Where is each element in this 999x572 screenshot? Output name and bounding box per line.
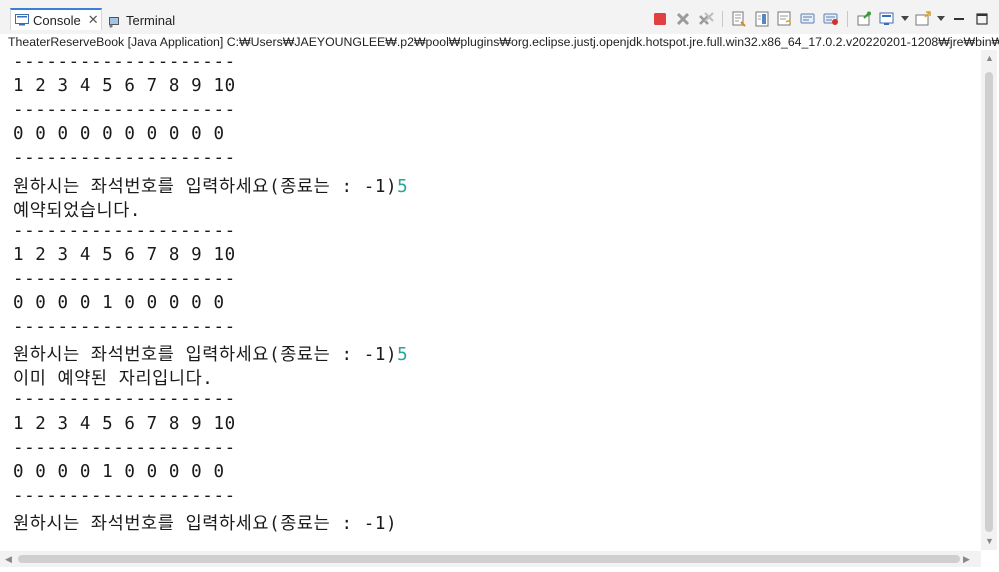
pin-console-icon[interactable] <box>855 10 873 28</box>
show-on-output-icon[interactable] <box>799 10 817 28</box>
console-line-text: 0 0 0 0 1 0 0 0 0 0 <box>13 461 225 482</box>
horizontal-scroll-thumb[interactable] <box>18 555 960 563</box>
console-user-input: 5 <box>397 176 409 197</box>
console-line: -------------------- <box>13 389 236 409</box>
console-line: 1 2 3 4 5 6 7 8 9 10 <box>13 76 236 96</box>
console-toolbar <box>651 10 991 28</box>
console-line-text: -------------------- <box>13 437 236 458</box>
vertical-scroll-thumb[interactable] <box>985 72 993 532</box>
console-line: -------------------- <box>13 52 236 72</box>
console-line: -------------------- <box>13 221 236 241</box>
clear-console-icon[interactable] <box>730 10 748 28</box>
console-line: -------------------- <box>13 317 236 337</box>
console-line: 이미 예약된 자리입니다. <box>13 365 213 390</box>
console-line: -------------------- <box>13 438 236 458</box>
console-line-text: 1 2 3 4 5 6 7 8 9 10 <box>13 76 236 97</box>
tab-console-label: Console <box>33 12 81 28</box>
console-line-text: 원하시는 좌석번호를 입력하세요(종료는 : -1) <box>13 345 398 366</box>
console-line-text: -------------------- <box>13 100 236 121</box>
console-line-text: 이미 예약된 자리입니다. <box>13 369 214 390</box>
console-line: 원하시는 좌석번호를 입력하세요(종료는 : -1)5 <box>13 341 408 366</box>
console-user-input: 5 <box>397 345 409 366</box>
console-line-text: 원하시는 좌석번호를 입력하세요(종료는 : -1) <box>13 176 398 197</box>
console-line-text: -------------------- <box>13 220 236 241</box>
word-wrap-icon[interactable] <box>776 10 794 28</box>
terminal-icon <box>108 14 122 28</box>
console-line-text: -------------------- <box>13 389 236 410</box>
console-line-text: 0 0 0 0 1 0 0 0 0 0 <box>13 293 225 313</box>
console-line: 0 0 0 0 1 0 0 0 0 0 <box>13 293 225 313</box>
view-tab-bar: Console ✕ Terminal <box>0 0 999 34</box>
console-line: 1 2 3 4 5 6 7 8 9 10 <box>13 245 236 265</box>
display-selected-console-icon[interactable] <box>878 10 896 28</box>
console-line: -------------------- <box>13 100 236 120</box>
console-line: 예약되었습니다. <box>13 197 141 222</box>
tab-terminal[interactable]: Terminal <box>108 9 175 31</box>
console-line-text: 예약되었습니다. <box>13 200 142 221</box>
console-line: 원하시는 좌석번호를 입력하세요(종료는 : -1)5 <box>13 173 408 198</box>
vertical-scrollbar[interactable]: ▲ ▼ <box>981 50 997 550</box>
scroll-up-icon[interactable]: ▲ <box>985 53 994 63</box>
console-line: -------------------- <box>13 269 236 289</box>
maximize-icon[interactable] <box>973 10 991 28</box>
toolbar-separator <box>847 11 848 27</box>
console-line: 0 0 0 0 0 0 0 0 0 0 <box>13 124 225 144</box>
terminate-icon[interactable] <box>651 10 669 28</box>
console-line: -------------------- <box>13 148 236 168</box>
console-line: 원하시는 좌석번호를 입력하세요(종료는 : -1) <box>13 510 397 535</box>
console-line-text: 원하시는 좌석번호를 입력하세요(종료는 : -1) <box>13 513 398 534</box>
scroll-lock-icon[interactable] <box>753 10 771 28</box>
show-on-error-icon[interactable] <box>822 10 840 28</box>
console-line-text: -------------------- <box>13 317 236 338</box>
console-icon <box>15 14 29 26</box>
minimize-icon[interactable] <box>950 10 968 28</box>
scroll-down-icon[interactable]: ▼ <box>985 536 994 546</box>
horizontal-scrollbar[interactable]: ◀ ▶ <box>0 551 981 567</box>
console-output[interactable]: -------------------- 1 2 3 4 5 6 7 8 9 10… <box>0 50 980 550</box>
remove-launch-icon[interactable] <box>674 10 692 28</box>
toolbar-separator <box>722 11 723 27</box>
process-path-label: TheaterReserveBook [Java Application] C:… <box>8 34 999 50</box>
close-tab-icon[interactable]: ✕ <box>88 12 99 28</box>
open-console-icon[interactable] <box>914 10 932 28</box>
console-line-text: -------------------- <box>13 148 236 169</box>
scroll-left-icon[interactable]: ◀ <box>5 554 12 565</box>
console-line: 0 0 0 0 1 0 0 0 0 0 <box>13 462 225 482</box>
scroll-right-icon[interactable]: ▶ <box>963 554 970 565</box>
console-line-text: 1 2 3 4 5 6 7 8 9 10 <box>13 244 236 265</box>
console-line-text: 0 0 0 0 0 0 0 0 0 0 <box>13 124 225 145</box>
tab-console[interactable]: Console ✕ <box>10 8 102 30</box>
console-line-text: -------------------- <box>13 52 236 72</box>
chevron-down-icon[interactable] <box>937 10 945 28</box>
tab-terminal-label: Terminal <box>126 12 176 28</box>
console-line-text: -------------------- <box>13 268 236 289</box>
console-line: 1 2 3 4 5 6 7 8 9 10 <box>13 414 236 434</box>
console-line: -------------------- <box>13 486 236 506</box>
chevron-down-icon[interactable] <box>901 10 909 28</box>
console-line-text: 1 2 3 4 5 6 7 8 9 10 <box>13 413 236 434</box>
console-line-text: -------------------- <box>13 485 236 506</box>
remove-all-icon[interactable] <box>697 10 715 28</box>
